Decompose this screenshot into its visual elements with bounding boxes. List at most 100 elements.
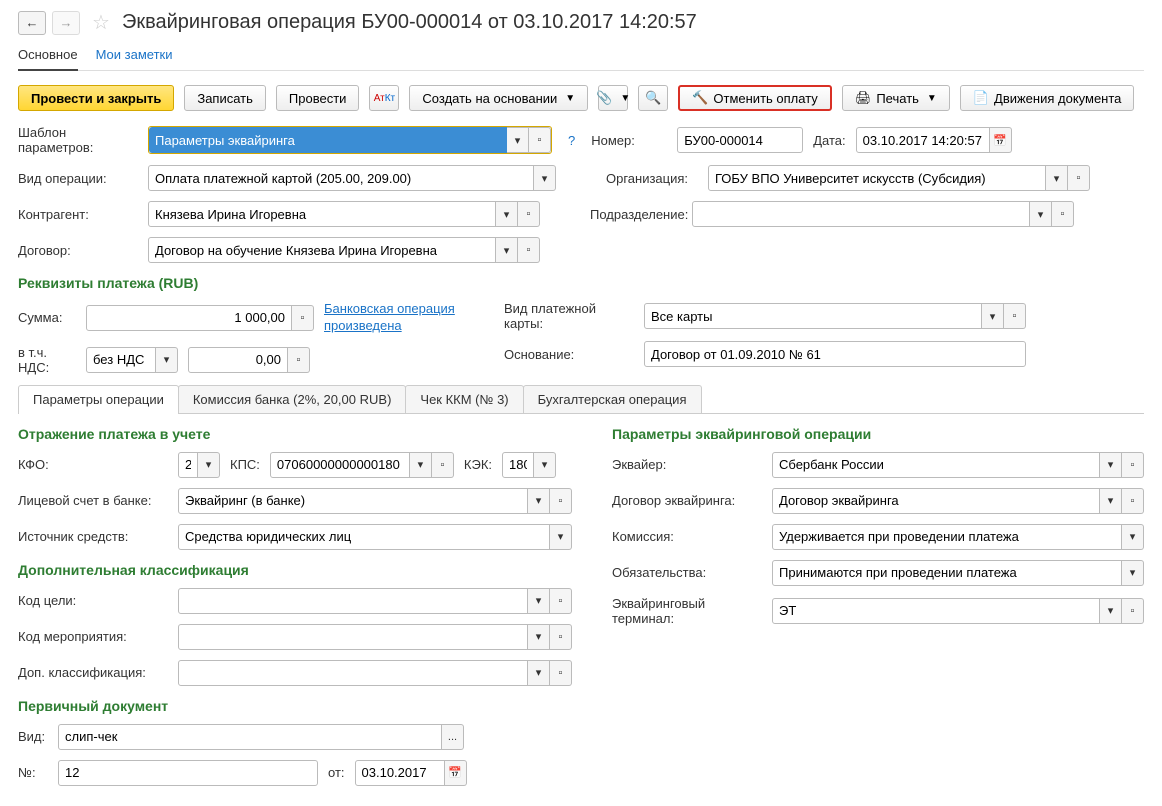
sum-calc[interactable]: ▫ <box>292 305 314 331</box>
bank-op-link[interactable]: Банковская операция произведена <box>324 301 464 335</box>
vat-type-dropdown[interactable]: ▾ <box>156 347 178 373</box>
org-dropdown[interactable]: ▾ <box>1046 165 1068 191</box>
acquirer-open[interactable]: ▫ <box>1122 452 1144 478</box>
contract-open[interactable]: ▫ <box>518 237 540 263</box>
kps-dropdown[interactable]: ▾ <box>410 452 432 478</box>
acquirer-label: Эквайер: <box>612 457 762 472</box>
terminal-dropdown[interactable]: ▾ <box>1100 598 1122 624</box>
tab-main[interactable]: Основное <box>18 47 78 71</box>
tab-commission[interactable]: Комиссия банка (2%, 20,00 RUB) <box>178 385 407 413</box>
target-dropdown[interactable]: ▾ <box>528 588 550 614</box>
counterparty-label: Контрагент: <box>18 207 138 222</box>
funds-src-label: Источник средств: <box>18 529 168 544</box>
tab-notes[interactable]: Мои заметки <box>96 47 173 62</box>
kfo-input[interactable] <box>178 452 198 478</box>
page-title: Эквайринговая операция БУ00-000014 от 03… <box>122 11 697 34</box>
doc-type-input[interactable] <box>58 724 442 750</box>
kek-input[interactable] <box>502 452 534 478</box>
doc-type-select[interactable]: ... <box>442 724 464 750</box>
card-type-dropdown[interactable]: ▾ <box>982 303 1004 329</box>
target-input[interactable] <box>178 588 528 614</box>
template-open[interactable]: ▫ <box>529 127 551 153</box>
sum-label: Сумма: <box>18 310 76 325</box>
contract-input[interactable] <box>148 237 496 263</box>
sum-input[interactable] <box>86 305 292 331</box>
date-input[interactable] <box>856 127 990 153</box>
doc-date-input[interactable] <box>355 760 445 786</box>
kfo-label: КФО: <box>18 457 168 472</box>
number-input[interactable] <box>677 127 803 153</box>
acq-contract-dropdown[interactable]: ▾ <box>1100 488 1122 514</box>
vat-type-input[interactable] <box>86 347 156 373</box>
submit-close-button[interactable]: Провести и закрыть <box>18 85 174 111</box>
vat-value-input[interactable] <box>188 347 288 373</box>
counterparty-open[interactable]: ▫ <box>518 201 540 227</box>
printer-icon: 🖨 <box>855 90 872 106</box>
accounting-section: Отражение платежа в учете <box>18 426 572 442</box>
acq-contract-open[interactable]: ▫ <box>1122 488 1144 514</box>
obligations-input[interactable] <box>772 560 1122 586</box>
attachments-button[interactable]: 📎▼ <box>598 85 628 111</box>
extra-input[interactable] <box>178 660 528 686</box>
counterparty-dropdown[interactable]: ▾ <box>496 201 518 227</box>
kfo-dropdown[interactable]: ▾ <box>198 452 220 478</box>
tab-kkm[interactable]: Чек ККМ (№ 3) <box>405 385 523 413</box>
print-button[interactable]: 🖨Печать▼ <box>842 85 950 111</box>
submit-button[interactable]: Провести <box>276 85 360 111</box>
kek-dropdown[interactable]: ▾ <box>534 452 556 478</box>
acquirer-dropdown[interactable]: ▾ <box>1100 452 1122 478</box>
card-type-open[interactable]: ▫ <box>1004 303 1026 329</box>
movements-button[interactable]: 📄Движения документа <box>960 85 1135 111</box>
date-picker[interactable]: 📅 <box>990 127 1012 153</box>
kps-open[interactable]: ▫ <box>432 452 454 478</box>
bank-acc-dropdown[interactable]: ▾ <box>528 488 550 514</box>
dtkt-button[interactable]: АтКт <box>369 85 399 111</box>
doc-date-picker[interactable]: 📅 <box>445 760 467 786</box>
commission-input[interactable] <box>772 524 1122 550</box>
commission-dropdown[interactable]: ▾ <box>1122 524 1144 550</box>
help-icon[interactable]: ? <box>568 133 575 148</box>
extra-label: Доп. классификация: <box>18 665 168 680</box>
contract-dropdown[interactable]: ▾ <box>496 237 518 263</box>
acquirer-input[interactable] <box>772 452 1100 478</box>
star-icon[interactable]: ☆ <box>92 10 110 35</box>
extra-open[interactable]: ▫ <box>550 660 572 686</box>
event-input[interactable] <box>178 624 528 650</box>
department-open[interactable]: ▫ <box>1052 201 1074 227</box>
funds-src-dropdown[interactable]: ▾ <box>550 524 572 550</box>
basis-input[interactable] <box>644 341 1026 367</box>
department-input[interactable] <box>692 201 1030 227</box>
terminal-open[interactable]: ▫ <box>1122 598 1144 624</box>
op-type-dropdown[interactable]: ▾ <box>534 165 556 191</box>
department-dropdown[interactable]: ▾ <box>1030 201 1052 227</box>
op-type-input[interactable] <box>148 165 534 191</box>
cancel-payment-button[interactable]: 🔨Отменить оплату <box>678 85 832 111</box>
forward-button[interactable]: → <box>52 11 80 35</box>
counterparty-input[interactable] <box>148 201 496 227</box>
classification-section: Дополнительная классификация <box>18 562 572 578</box>
bank-acc-input[interactable] <box>178 488 528 514</box>
card-type-input[interactable] <box>644 303 982 329</box>
tab-op-params[interactable]: Параметры операции <box>18 385 179 413</box>
template-dropdown[interactable]: ▾ <box>507 127 529 153</box>
search-button[interactable]: 🔍 <box>638 85 668 111</box>
doc-num-input[interactable] <box>58 760 318 786</box>
org-open[interactable]: ▫ <box>1068 165 1090 191</box>
extra-dropdown[interactable]: ▾ <box>528 660 550 686</box>
template-input[interactable] <box>149 127 507 153</box>
terminal-input[interactable] <box>772 598 1100 624</box>
vat-calc[interactable]: ▫ <box>288 347 310 373</box>
funds-src-input[interactable] <box>178 524 550 550</box>
org-input[interactable] <box>708 165 1046 191</box>
back-button[interactable]: ← <box>18 11 46 35</box>
event-dropdown[interactable]: ▾ <box>528 624 550 650</box>
create-based-button[interactable]: Создать на основании▼ <box>409 85 588 111</box>
kps-input[interactable] <box>270 452 410 478</box>
acq-contract-input[interactable] <box>772 488 1100 514</box>
tab-accounting[interactable]: Бухгалтерская операция <box>523 385 702 413</box>
target-open[interactable]: ▫ <box>550 588 572 614</box>
event-open[interactable]: ▫ <box>550 624 572 650</box>
save-button[interactable]: Записать <box>184 85 266 111</box>
bank-acc-open[interactable]: ▫ <box>550 488 572 514</box>
obligations-dropdown[interactable]: ▾ <box>1122 560 1144 586</box>
